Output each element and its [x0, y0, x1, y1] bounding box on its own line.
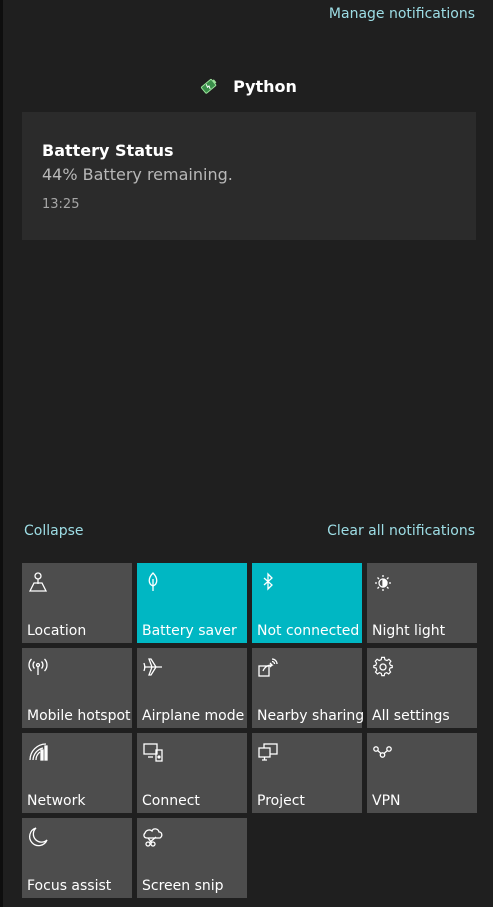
- nearby-sharing-icon: [257, 656, 279, 678]
- quick-action-mobile-hotspot[interactable]: Mobile hotspot: [22, 648, 132, 728]
- tile-label: Nearby sharing: [257, 708, 365, 724]
- battery-saver-icon: [142, 571, 164, 593]
- quick-action-night-light[interactable]: Night light: [367, 563, 477, 643]
- moon-icon: [27, 826, 49, 848]
- toast-body: 44% Battery remaining.: [42, 165, 233, 184]
- vpn-icon: [372, 741, 394, 763]
- manage-notifications-link[interactable]: Manage notifications: [329, 6, 475, 22]
- battery-app-icon: [199, 76, 219, 96]
- tile-label: Location: [27, 623, 87, 639]
- collapse-link[interactable]: Collapse: [24, 523, 84, 539]
- tile-label: Focus assist: [27, 878, 112, 894]
- toast-title: Battery Status: [42, 141, 174, 160]
- night-light-icon: [372, 571, 394, 593]
- screen-snip-icon: [142, 826, 164, 848]
- notification-app-header[interactable]: Python: [3, 76, 493, 96]
- airplane-icon: [142, 656, 164, 678]
- quick-action-location[interactable]: Location: [22, 563, 132, 643]
- tile-label: Battery saver: [142, 623, 237, 639]
- location-icon: [27, 571, 49, 593]
- tile-label: All settings: [372, 708, 450, 724]
- quick-action-network[interactable]: Network: [22, 733, 132, 813]
- tile-label: Mobile hotspot: [27, 708, 131, 724]
- app-name: Python: [233, 76, 297, 96]
- tile-label: Not connected: [257, 623, 360, 639]
- quick-action-vpn[interactable]: VPN: [367, 733, 477, 813]
- quick-action-nearby-sharing[interactable]: Nearby sharing: [252, 648, 365, 728]
- quick-action-battery-saver[interactable]: Battery saver: [137, 563, 247, 643]
- tile-label: Screen snip: [142, 878, 224, 894]
- quick-action-project[interactable]: Project: [252, 733, 362, 813]
- tile-label: VPN: [372, 793, 401, 809]
- tile-label: Project: [257, 793, 305, 809]
- tile-label: Night light: [372, 623, 446, 639]
- quick-action-screen-snip[interactable]: Screen snip: [137, 818, 247, 898]
- bluetooth-icon: [257, 571, 279, 593]
- action-center: Manage notifications Python Battery Stat…: [3, 0, 493, 907]
- hotspot-icon: [27, 656, 49, 678]
- quick-action-focus-assist[interactable]: Focus assist: [22, 818, 132, 898]
- project-icon: [257, 741, 279, 763]
- tile-label: Network: [27, 793, 86, 809]
- toast-timestamp: 13:25: [42, 197, 80, 212]
- quick-action-connect[interactable]: Connect: [137, 733, 247, 813]
- gear-icon: [372, 656, 394, 678]
- quick-action-bluetooth[interactable]: Not connected: [252, 563, 362, 643]
- network-icon: [27, 741, 49, 763]
- quick-action-all-settings[interactable]: All settings: [367, 648, 477, 728]
- quick-actions-grid: Location Battery saver Not connected Nig…: [22, 563, 477, 898]
- tile-label: Connect: [142, 793, 200, 809]
- connect-icon: [142, 741, 164, 763]
- clear-all-notifications-link[interactable]: Clear all notifications: [327, 523, 475, 539]
- notification-toast[interactable]: Battery Status 44% Battery remaining. 13…: [22, 112, 476, 240]
- quick-action-airplane-mode[interactable]: Airplane mode: [137, 648, 247, 728]
- tile-label: Airplane mode: [142, 708, 245, 724]
